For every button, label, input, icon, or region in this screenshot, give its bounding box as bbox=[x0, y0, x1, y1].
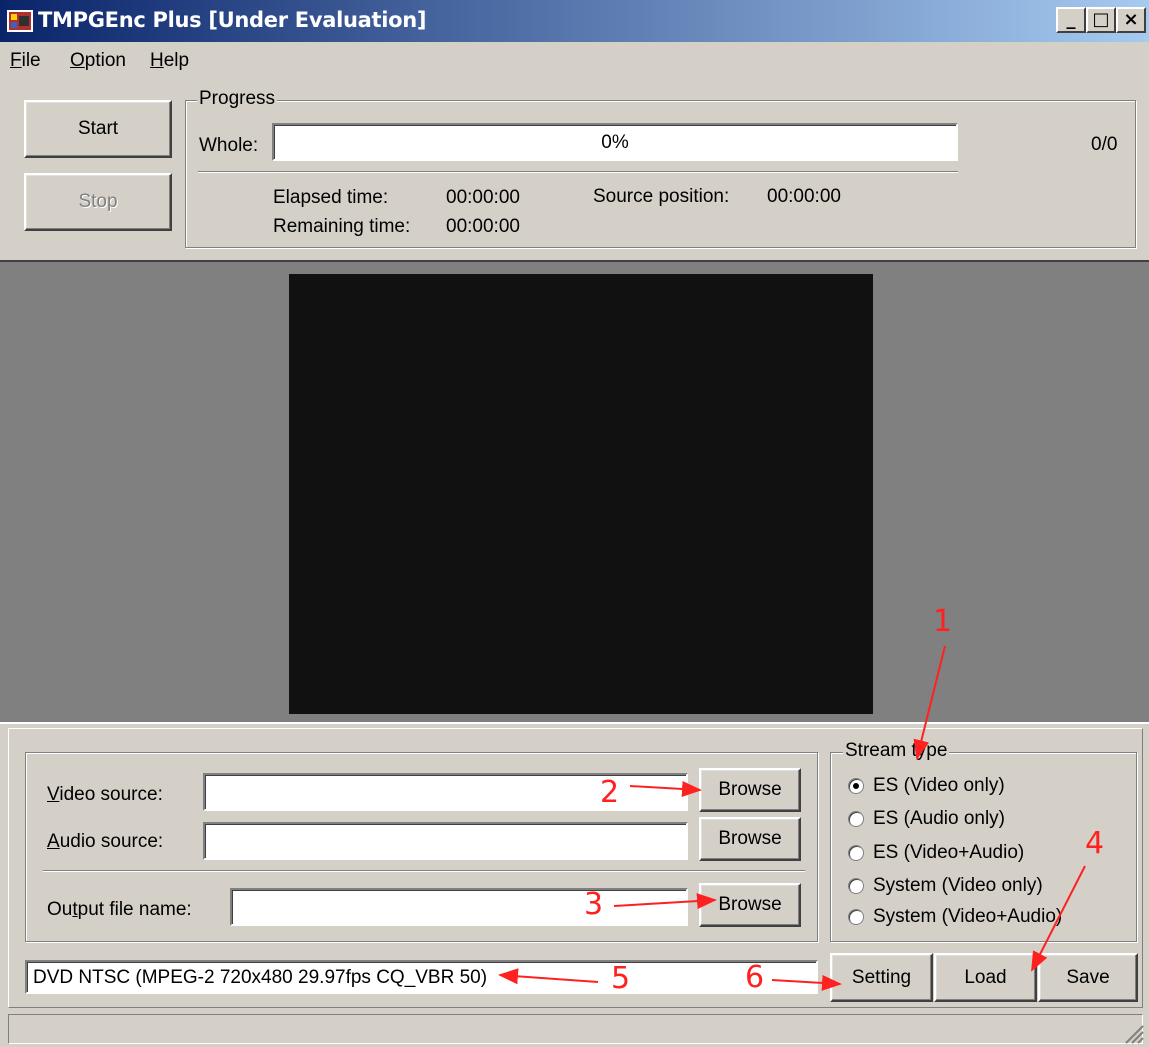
menu-option[interactable]: Option bbox=[70, 50, 126, 72]
annotation-6: 6 bbox=[745, 960, 765, 995]
annotation-4: 4 bbox=[1085, 826, 1105, 861]
stream-type-title: Stream type bbox=[843, 740, 950, 762]
output-browse-button[interactable]: Browse bbox=[699, 883, 801, 927]
template-field: DVD NTSC (MPEG-2 720x480 29.97fps CQ_VBR… bbox=[25, 960, 818, 994]
radio-circle-icon[interactable] bbox=[848, 878, 864, 894]
app-icon bbox=[7, 10, 33, 32]
annotation-2: 2 bbox=[600, 775, 620, 810]
audio-browse-button[interactable]: Browse bbox=[699, 817, 801, 861]
output-file-input[interactable] bbox=[230, 888, 688, 926]
remaining-label: Remaining time: bbox=[273, 216, 411, 237]
video-browse-button[interactable]: Browse bbox=[699, 768, 801, 812]
audio-source-input[interactable] bbox=[203, 822, 688, 860]
stream-type-label: ES (Audio only) bbox=[873, 808, 1006, 829]
stream-type-radio-1[interactable]: ES (Audio only) bbox=[848, 808, 1005, 830]
stream-type-label: ES (Video+Audio) bbox=[873, 842, 1025, 863]
progress-count: 0/0 bbox=[1091, 134, 1118, 155]
annotation-3: 3 bbox=[584, 887, 604, 922]
window-title: TMPGEnc Plus [Under Evaluation] bbox=[38, 8, 427, 32]
video-preview bbox=[289, 274, 873, 714]
status-bar bbox=[8, 1014, 1143, 1044]
stream-type-label: System (Video+Audio) bbox=[873, 906, 1063, 927]
stop-button[interactable]: Stop bbox=[24, 173, 172, 231]
menu-help[interactable]: Help bbox=[150, 50, 189, 72]
resize-grip-icon[interactable] bbox=[1122, 1022, 1144, 1044]
remaining-value: 00:00:00 bbox=[446, 216, 520, 237]
video-source-label: Video source: bbox=[47, 784, 163, 805]
progress-group-title: Progress bbox=[197, 88, 278, 110]
annotation-5: 5 bbox=[611, 961, 631, 996]
minimize-button[interactable]: _ bbox=[1056, 7, 1086, 33]
elapsed-value: 00:00:00 bbox=[446, 187, 520, 208]
maximize-button[interactable]: □ bbox=[1086, 7, 1116, 33]
save-button[interactable]: Save bbox=[1038, 953, 1138, 1002]
audio-source-label: Audio source: bbox=[47, 831, 164, 852]
menu-file[interactable]: File bbox=[10, 50, 41, 72]
elapsed-label: Elapsed time: bbox=[273, 187, 389, 208]
radio-circle-icon[interactable] bbox=[848, 845, 864, 861]
stream-type-radio-3[interactable]: System (Video only) bbox=[848, 875, 1043, 897]
setting-button[interactable]: Setting bbox=[830, 953, 933, 1002]
source-position-label: Source position: bbox=[593, 186, 730, 207]
title-bar[interactable]: TMPGEnc Plus [Under Evaluation] _ □ × bbox=[0, 0, 1149, 42]
annotation-1: 1 bbox=[933, 604, 953, 639]
load-button[interactable]: Load bbox=[934, 953, 1037, 1002]
start-button[interactable]: Start bbox=[24, 100, 172, 158]
template-value: DVD NTSC (MPEG-2 720x480 29.97fps CQ_VBR… bbox=[33, 967, 488, 988]
source-position-value: 00:00:00 bbox=[767, 186, 841, 207]
whole-progress-bar: 0% bbox=[272, 123, 958, 161]
radio-circle-icon[interactable] bbox=[848, 811, 864, 827]
output-file-label: Output file name: bbox=[47, 899, 192, 920]
stream-type-radio-0[interactable]: ES (Video only) bbox=[848, 775, 1005, 797]
whole-label: Whole: bbox=[199, 135, 259, 156]
radio-circle-icon[interactable] bbox=[848, 909, 864, 925]
stream-type-label: System (Video only) bbox=[873, 875, 1043, 896]
stream-type-radio-2[interactable]: ES (Video+Audio) bbox=[848, 842, 1024, 864]
whole-progress-percent: 0% bbox=[601, 132, 629, 153]
close-button[interactable]: × bbox=[1116, 7, 1146, 33]
progress-separator bbox=[198, 171, 958, 173]
stream-type-label: ES (Video only) bbox=[873, 775, 1005, 796]
menu-bar: File Option Help bbox=[0, 44, 1149, 76]
sources-separator bbox=[43, 870, 805, 872]
radio-circle-icon[interactable] bbox=[848, 778, 864, 794]
stream-type-radio-4[interactable]: System (Video+Audio) bbox=[848, 906, 1062, 928]
